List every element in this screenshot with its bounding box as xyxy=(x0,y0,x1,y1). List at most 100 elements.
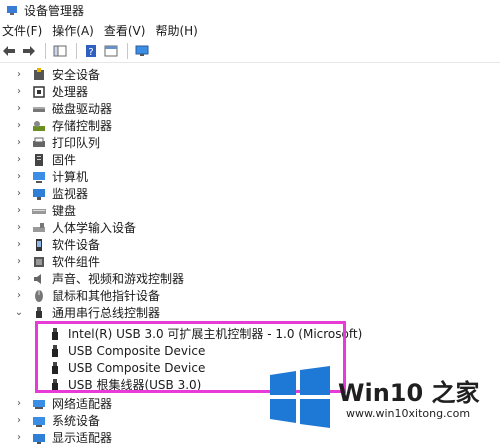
device-manager-icon xyxy=(7,6,17,15)
toolbar-separator xyxy=(45,43,46,59)
properties-button[interactable] xyxy=(102,42,120,60)
tree-device-item[interactable]: USB Composite Device xyxy=(48,342,205,359)
help-button[interactable]: ? xyxy=(82,42,100,60)
help-icon: ? xyxy=(86,45,96,58)
menu-bar: 文件(F) 操作(A) 查看(V) 帮助(H) xyxy=(0,20,500,40)
tree-category[interactable]: › 软件设备 xyxy=(14,236,100,253)
disk-drive-icon xyxy=(32,102,46,116)
usb-plug-icon xyxy=(48,344,62,358)
arrow-left-icon xyxy=(3,46,15,56)
chevron-right-icon[interactable]: › xyxy=(14,236,24,253)
category-label: 监视器 xyxy=(52,187,89,201)
category-label: 磁盘驱动器 xyxy=(52,102,113,116)
chevron-right-icon[interactable]: › xyxy=(14,168,24,185)
console-tree-icon xyxy=(53,45,67,57)
tree-category[interactable]: › 软件组件 xyxy=(14,253,100,270)
usb-icon xyxy=(32,306,46,320)
tree-category[interactable]: › 计算机 xyxy=(14,168,88,185)
chevron-right-icon[interactable]: › xyxy=(14,100,24,117)
chevron-right-icon[interactable]: › xyxy=(14,83,24,100)
tree-category[interactable]: › 声音、视频和游戏控制器 xyxy=(14,270,184,287)
tree-category[interactable]: › 固件 xyxy=(14,151,76,168)
tree-category[interactable]: › 网络适配器 xyxy=(14,395,112,412)
chevron-right-icon[interactable]: › xyxy=(14,395,24,412)
display-adapter-icon xyxy=(32,431,46,445)
chevron-right-icon[interactable]: › xyxy=(14,219,24,236)
device-label: Intel(R) USB 3.0 可扩展主机控制器 - 1.0 (Microso… xyxy=(68,327,363,341)
tree-category[interactable]: › 显示适配器 xyxy=(14,429,112,446)
menu-view[interactable]: 查看(V) xyxy=(102,22,154,39)
category-label: 声音、视频和游戏控制器 xyxy=(52,272,185,286)
tree-device-item[interactable]: USB Composite Device xyxy=(48,359,205,376)
software-component-icon xyxy=(32,255,46,269)
printer-icon xyxy=(32,136,46,150)
scan-hardware-button[interactable] xyxy=(133,42,151,60)
category-label: 通用串行总线控制器 xyxy=(52,306,161,320)
category-label: 存储控制器 xyxy=(52,119,113,133)
toolbar-separator xyxy=(76,43,77,59)
watermark-brand: Win10 之家 xyxy=(338,379,480,407)
tree-category[interactable]: › 打印队列 xyxy=(14,134,100,151)
forward-button[interactable] xyxy=(20,42,38,60)
category-label: 人体学输入设备 xyxy=(52,221,137,235)
svg-text:?: ? xyxy=(88,47,93,58)
chevron-right-icon[interactable]: › xyxy=(14,412,24,429)
chevron-right-icon[interactable]: › xyxy=(14,429,24,446)
tree-category[interactable]: › 鼠标和其他指针设备 xyxy=(14,287,160,304)
network-adapter-icon xyxy=(32,397,46,411)
category-label: 安全设备 xyxy=(52,68,101,82)
window-title: 设备管理器 xyxy=(24,3,85,18)
chevron-right-icon[interactable]: › xyxy=(14,134,24,151)
usb-plug-icon xyxy=(48,378,62,392)
show-hide-console-tree-button[interactable] xyxy=(51,42,69,60)
firmware-icon xyxy=(32,153,46,167)
windows-logo-icon xyxy=(270,366,330,428)
tree-category[interactable]: › 安全设备 xyxy=(14,66,100,83)
chevron-right-icon[interactable]: › xyxy=(14,287,24,304)
chevron-right-icon[interactable]: › xyxy=(14,185,24,202)
chevron-right-icon[interactable]: › xyxy=(14,151,24,168)
tree-category[interactable]: › 人体学输入设备 xyxy=(14,219,136,236)
chevron-right-icon[interactable]: › xyxy=(14,270,24,287)
tree-category-expanded[interactable]: ⌄ 通用串行总线控制器 xyxy=(14,304,160,321)
device-label: USB 根集线器(USB 3.0) xyxy=(68,378,202,392)
chevron-right-icon[interactable]: › xyxy=(14,66,24,83)
category-label: 处理器 xyxy=(52,85,89,99)
category-label: 系统设备 xyxy=(52,414,101,428)
monitor-icon xyxy=(32,187,46,201)
category-label: 网络适配器 xyxy=(52,397,113,411)
storage-controller-icon xyxy=(32,119,46,133)
tree-device-item[interactable]: Intel(R) USB 3.0 可扩展主机控制器 - 1.0 (Microso… xyxy=(48,325,362,342)
category-label: 键盘 xyxy=(52,204,77,218)
menu-file[interactable]: 文件(F) xyxy=(0,22,50,39)
category-label: 鼠标和其他指针设备 xyxy=(52,289,161,303)
tree-category[interactable]: › 系统设备 xyxy=(14,412,100,429)
tree-category[interactable]: › 键盘 xyxy=(14,202,76,219)
processor-icon xyxy=(32,85,46,99)
properties-icon xyxy=(104,45,118,57)
tree-category[interactable]: › 存储控制器 xyxy=(14,117,112,134)
tree-category[interactable]: › 监视器 xyxy=(14,185,88,202)
watermark: Win10 之家 www.win10xitong.com xyxy=(268,355,500,440)
back-button[interactable] xyxy=(0,42,18,60)
menu-action[interactable]: 操作(A) xyxy=(50,22,102,39)
category-label: 显示适配器 xyxy=(52,431,113,445)
chevron-right-icon[interactable]: › xyxy=(14,253,24,270)
chevron-right-icon[interactable]: › xyxy=(14,202,24,219)
usb-plug-icon xyxy=(48,361,62,375)
toolbar: ? xyxy=(0,40,500,63)
device-label: USB Composite Device xyxy=(68,360,206,375)
usb-plug-icon xyxy=(48,327,62,341)
tree-category[interactable]: › 磁盘驱动器 xyxy=(14,100,112,117)
chevron-down-icon[interactable]: ⌄ xyxy=(14,304,24,321)
category-label: 软件设备 xyxy=(52,238,101,252)
tree-device-item[interactable]: USB 根集线器(USB 3.0) xyxy=(48,376,201,393)
computer-icon xyxy=(32,170,46,184)
category-label: 计算机 xyxy=(52,170,89,184)
software-device-icon xyxy=(32,238,46,252)
menu-help[interactable]: 帮助(H) xyxy=(153,22,205,39)
category-label: 软件组件 xyxy=(52,255,101,269)
tree-category[interactable]: › 处理器 xyxy=(14,83,88,100)
chevron-right-icon[interactable]: › xyxy=(14,117,24,134)
monitor-scan-icon xyxy=(135,45,149,56)
